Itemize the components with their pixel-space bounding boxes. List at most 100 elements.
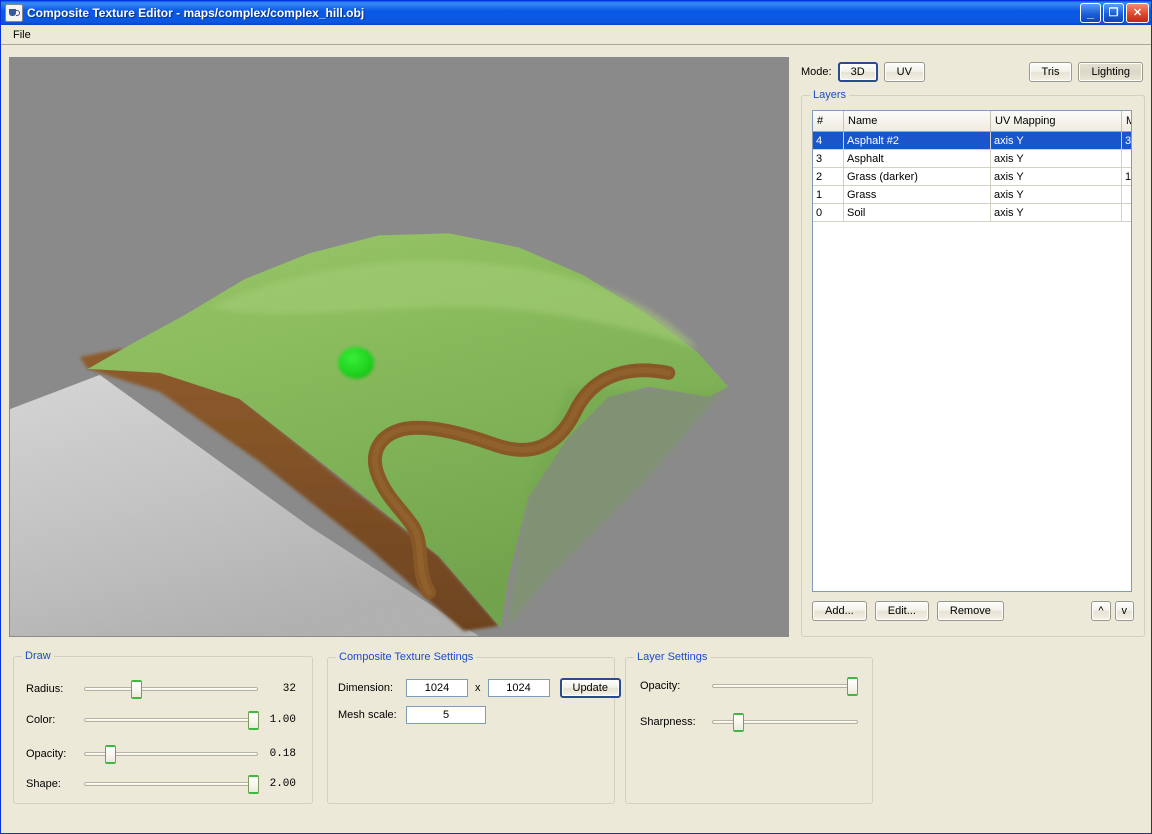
move-layer-down-button[interactable]: v [1114, 601, 1134, 621]
layer-settings-group-title: Layer Settings [634, 651, 711, 663]
dimension-row: Dimension: x Update [338, 678, 621, 698]
layer-sharpness-slider-thumb[interactable] [733, 713, 745, 732]
cell-m: 1 [1121, 167, 1131, 186]
mesh-scale-field[interactable] [406, 706, 486, 724]
opacity-value: 0.18 [269, 748, 296, 760]
minimize-button[interactable]: _ [1080, 3, 1101, 23]
table-row[interactable]: 1 Grass axis Y [813, 185, 1131, 204]
edit-layer-button[interactable]: Edit... [874, 601, 929, 621]
shape-slider-track [84, 782, 258, 786]
minimize-icon: _ [1086, 5, 1095, 20]
remove-layer-button[interactable]: Remove [936, 601, 1004, 621]
table-row[interactable]: 0 Soil axis Y [813, 203, 1131, 222]
layer-opacity-row: Opacity: [640, 677, 862, 696]
opacity-slider[interactable] [84, 745, 258, 764]
cell-m [1121, 203, 1131, 222]
cell-index: 3 [813, 149, 844, 168]
layer-action-buttons: Add... Edit... Remove ^ v [812, 601, 1134, 621]
column-header-m[interactable]: M... [1121, 111, 1131, 132]
cell-uv: axis Y [990, 131, 1122, 150]
cell-index: 4 [813, 131, 844, 150]
shape-slider-thumb[interactable] [247, 775, 259, 794]
update-button[interactable]: Update [559, 678, 621, 698]
radius-value: 32 [282, 683, 296, 695]
cell-uv: axis Y [990, 185, 1122, 204]
layers-table: # Name UV Mapping M... 4 Asphalt #2 axis… [813, 111, 1131, 222]
cell-index: 1 [813, 185, 844, 204]
window-controls: _ ❐ ✕ [1080, 3, 1149, 23]
color-slider-thumb[interactable] [247, 711, 259, 730]
layer-opacity-slider[interactable] [712, 677, 859, 696]
radius-slider[interactable] [84, 680, 258, 699]
cell-name: Grass [843, 185, 991, 204]
layer-opacity-slider-track [712, 684, 858, 688]
mode-toolbar: Mode: 3D UV Tris Lighting [801, 61, 1143, 83]
table-row[interactable]: 4 Asphalt #2 axis Y 3 [813, 131, 1131, 150]
color-row: Color: 1.00 [26, 711, 304, 730]
terrain-render [10, 58, 788, 636]
window-title: Composite Texture Editor - maps/complex/… [27, 6, 365, 20]
column-header-uv[interactable]: UV Mapping [990, 111, 1122, 132]
table-row[interactable]: 2 Grass (darker) axis Y 1 [813, 167, 1131, 186]
dimension-label: Dimension: [338, 682, 394, 694]
layer-opacity-slider-thumb[interactable] [847, 677, 859, 696]
shape-value: 2.00 [269, 778, 296, 790]
add-layer-button[interactable]: Add... [812, 601, 867, 621]
right-panel: Mode: 3D UV Tris Lighting Layers # Name … [796, 57, 1145, 637]
cell-name: Asphalt #2 [843, 131, 991, 150]
java-coffee-cup-icon [5, 4, 23, 22]
menu-item-file[interactable]: File [7, 27, 37, 43]
move-layer-up-button[interactable]: ^ [1091, 601, 1111, 621]
lighting-button[interactable]: Lighting [1078, 62, 1143, 82]
opacity-label: Opacity: [26, 748, 67, 760]
cell-name: Asphalt [843, 149, 991, 168]
table-header-row: # Name UV Mapping M... [813, 111, 1131, 132]
restore-button[interactable]: ❐ [1103, 3, 1124, 23]
composite-texture-settings-group: Composite Texture Settings Dimension: x … [327, 651, 621, 804]
column-header-name[interactable]: Name [843, 111, 991, 132]
layer-settings-group: Layer Settings Opacity: Sharpness: [625, 651, 873, 804]
mesh-scale-row: Mesh scale: [338, 706, 486, 724]
restore-icon: ❐ [1108, 6, 1119, 19]
mode-uv-button[interactable]: UV [883, 62, 925, 82]
composite-group-title: Composite Texture Settings [336, 651, 477, 663]
mesh-scale-label: Mesh scale: [338, 709, 397, 721]
layers-group-title: Layers [810, 89, 850, 101]
layer-sharpness-label: Sharpness: [640, 716, 696, 728]
color-label: Color: [26, 714, 56, 726]
column-header-index[interactable]: # [813, 111, 844, 132]
color-value: 1.00 [269, 714, 296, 726]
layer-sharpness-row: Sharpness: [640, 713, 862, 732]
application-window: Composite Texture Editor - maps/complex/… [0, 0, 1152, 834]
color-slider[interactable] [84, 711, 259, 730]
cell-m: 3 [1121, 131, 1131, 150]
cell-uv: axis Y [990, 149, 1122, 168]
mode-3d-button[interactable]: 3D [837, 62, 878, 82]
bottom-panels: Draw Radius: 32 Color: 1.00 Opacity: 0.1… [1, 646, 1152, 816]
dimension-times-label: x [475, 682, 481, 694]
cell-name: Soil [843, 203, 991, 222]
shape-slider[interactable] [84, 775, 259, 794]
layer-opacity-label: Opacity: [640, 680, 681, 692]
texture-width-field[interactable] [406, 679, 468, 697]
cell-index: 2 [813, 167, 844, 186]
3d-terrain-viewport[interactable] [9, 57, 789, 637]
radius-slider-track [84, 687, 258, 691]
layers-group: Layers # Name UV Mapping M... 4 [801, 89, 1145, 637]
texture-height-field[interactable] [487, 679, 550, 697]
opacity-row: Opacity: 0.18 [26, 745, 304, 764]
menu-bar: File [1, 25, 1151, 45]
layer-sharpness-slider[interactable] [712, 713, 858, 732]
shape-label: Shape: [26, 778, 61, 790]
draw-group-title: Draw [22, 650, 54, 662]
cell-uv: axis Y [990, 203, 1122, 222]
table-row[interactable]: 3 Asphalt axis Y [813, 149, 1131, 168]
cell-uv: axis Y [990, 167, 1122, 186]
tris-button[interactable]: Tris [1028, 62, 1073, 82]
color-slider-track [84, 718, 258, 722]
close-button[interactable]: ✕ [1126, 3, 1149, 23]
opacity-slider-thumb[interactable] [105, 745, 117, 764]
draw-group: Draw Radius: 32 Color: 1.00 Opacity: 0.1… [13, 650, 313, 804]
layers-table-container[interactable]: # Name UV Mapping M... 4 Asphalt #2 axis… [812, 110, 1132, 592]
radius-slider-thumb[interactable] [131, 680, 143, 699]
